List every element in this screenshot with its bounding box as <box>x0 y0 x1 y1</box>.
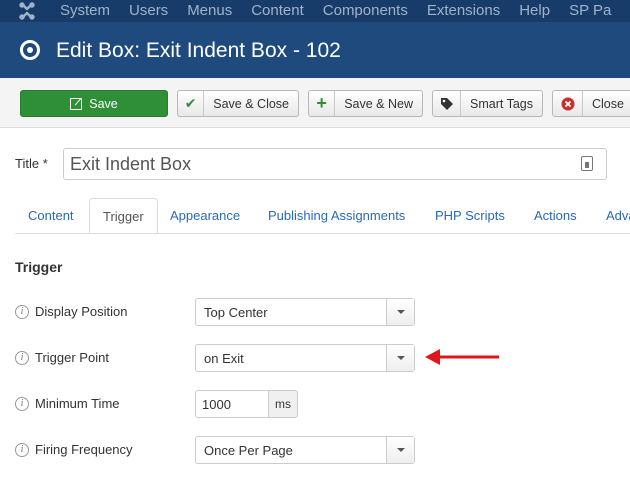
menu-content[interactable]: Content <box>251 1 304 20</box>
info-icon[interactable]: i <box>15 442 29 457</box>
annotation-arrow-icon <box>425 349 499 365</box>
toolbar: Save ✔ Save & Close + Save & New Smart T… <box>0 78 630 128</box>
title-label: Title * <box>15 156 48 171</box>
page-title: Edit Box: Exit Indent Box - 102 <box>56 39 341 62</box>
plus-icon: + <box>309 91 336 116</box>
tab-trigger[interactable]: Trigger <box>89 198 158 233</box>
tab-advanced[interactable]: Adva <box>593 198 630 233</box>
menu-components[interactable]: Components <box>323 1 408 20</box>
close-label: Close <box>592 96 624 111</box>
chevron-down-icon <box>386 345 414 371</box>
smart-tags-label: Smart Tags <box>470 96 533 111</box>
close-icon <box>553 91 583 116</box>
top-menu: System Users Menus Content Components Ex… <box>60 1 630 20</box>
display-position-text: Display Position <box>35 304 128 319</box>
check-icon: ✔ <box>178 91 205 116</box>
menu-menus[interactable]: Menus <box>187 1 232 20</box>
tab-php-scripts[interactable]: PHP Scripts <box>422 198 518 233</box>
firing-frequency-value: Once Per Page <box>204 443 293 458</box>
minimum-time-unit: ms <box>268 390 298 418</box>
display-position-select[interactable]: Top Center <box>195 298 415 326</box>
menu-users[interactable]: Users <box>129 1 168 20</box>
trigger-point-value: on Exit <box>204 351 244 366</box>
display-position-value: Top Center <box>204 305 268 320</box>
section-title: Trigger <box>15 259 63 275</box>
save-button[interactable]: Save <box>20 90 168 117</box>
display-position-label: i Display Position <box>15 304 128 319</box>
minimum-time-text: Minimum Time <box>35 396 120 411</box>
tab-appearance[interactable]: Appearance <box>157 198 253 233</box>
save-label: Save <box>89 96 118 111</box>
menu-sp-page-builder[interactable]: SP Pa <box>569 1 611 20</box>
menu-extensions[interactable]: Extensions <box>427 1 500 20</box>
tab-publishing-assignments[interactable]: Publishing Assignments <box>255 198 418 233</box>
firing-frequency-select[interactable]: Once Per Page <box>195 436 415 464</box>
chevron-down-icon <box>386 299 414 325</box>
firing-frequency-label: i Firing Frequency <box>15 442 133 457</box>
top-navbar: System Users Menus Content Components Ex… <box>0 0 630 22</box>
tab-actions[interactable]: Actions <box>521 198 590 233</box>
trigger-point-text: Trigger Point <box>35 350 109 365</box>
tab-bar: Content Trigger Appearance Publishing As… <box>15 198 630 234</box>
menu-system[interactable]: System <box>60 1 110 20</box>
trigger-point-select[interactable]: on Exit <box>195 344 415 372</box>
minimum-time-input[interactable] <box>195 390 269 418</box>
smart-tags-button[interactable]: Smart Tags <box>432 90 543 117</box>
tag-icon <box>433 91 461 116</box>
tab-content[interactable]: Content <box>15 198 87 233</box>
menu-help[interactable]: Help <box>519 1 550 20</box>
page-header: Edit Box: Exit Indent Box - 102 <box>0 22 630 78</box>
save-close-button[interactable]: ✔ Save & Close <box>177 90 299 117</box>
close-button[interactable]: Close <box>552 90 630 117</box>
edit-icon <box>70 97 83 110</box>
info-icon[interactable]: i <box>15 350 29 365</box>
save-new-button[interactable]: + Save & New <box>308 90 423 117</box>
minimum-time-label: i Minimum Time <box>15 396 120 411</box>
box-target-icon <box>20 40 40 60</box>
info-icon[interactable]: i <box>15 396 29 411</box>
save-new-label: Save & New <box>344 96 413 111</box>
firing-frequency-text: Firing Frequency <box>35 442 133 457</box>
trigger-point-label: i Trigger Point <box>15 350 109 365</box>
title-input[interactable] <box>63 148 607 180</box>
chevron-down-icon <box>386 437 414 463</box>
info-icon[interactable]: i <box>15 304 29 319</box>
language-field-icon[interactable] <box>581 156 593 171</box>
save-close-label: Save & Close <box>213 96 289 111</box>
joomla-logo-icon[interactable] <box>18 2 36 20</box>
